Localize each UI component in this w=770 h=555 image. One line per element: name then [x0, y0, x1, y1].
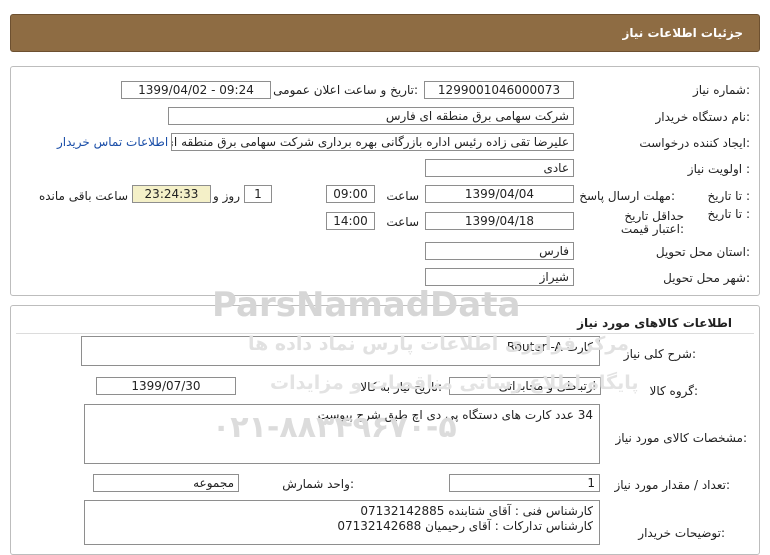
- priority-label: اولویت نیاز :: [687, 162, 750, 176]
- buyer-notes-field: کارشناس فنی : آقای شتابنده 07132142885 ک…: [84, 500, 600, 545]
- watermark-line-3: پایگاه اطلاع رسانی مناقصات و مزایدات: [270, 372, 639, 394]
- goods-spec-label: مشخصات کالای مورد نیاز:: [615, 431, 747, 445]
- buyer-notes-line-1: کارشناس فنی : آقای شتابنده 07132142885: [360, 504, 593, 518]
- delivery-city-label: شهر محل تحویل:: [663, 271, 750, 285]
- need-number-label: شماره نیاز:: [692, 83, 750, 97]
- price-validity-label: حداقل تاریخ اعتبار قیمت:: [620, 209, 684, 236]
- remaining-time-label: ساعت باقی مانده: [38, 189, 128, 203]
- request-creator-label: ایجاد کننده درخواست:: [639, 136, 750, 150]
- delivery-province-label: استان محل تحویل:: [655, 245, 750, 259]
- validity-date-field: 1399/04/18: [425, 212, 574, 230]
- send-to-date-label: تا تاریخ :: [707, 189, 750, 203]
- page-header: جزئیات اطلاعات نیاز: [10, 14, 760, 52]
- delivery-province-field: فارس: [425, 242, 574, 260]
- goods-group-label: گروه کالا:: [649, 384, 699, 398]
- priority-field: عادی: [425, 159, 574, 177]
- buyer-org-label: نام دستگاه خریدار:: [655, 110, 751, 124]
- buyer-notes-line-2: کارشناس تدارکات : آقای رحیمیان 071321426…: [337, 519, 593, 533]
- page-title: جزئیات اطلاعات نیاز: [622, 26, 743, 40]
- delivery-city-field: شیراز: [425, 268, 574, 286]
- quantity-field: 1: [449, 474, 600, 492]
- quantity-label: تعداد / مقدار مورد نیاز:: [614, 478, 730, 492]
- announce-datetime-label: تاریخ و ساعت اعلان عمومی:: [273, 83, 418, 97]
- need-date-field: 1399/07/30: [96, 377, 236, 395]
- need-number-field: 1299001046000073: [424, 81, 574, 99]
- watermark-brand: ParsNamadData: [212, 285, 521, 325]
- validity-time-field: 14:00: [326, 212, 375, 230]
- send-deadline-label: مهلت ارسال پاسخ:: [579, 189, 675, 203]
- remaining-time-field: 23:24:33: [132, 185, 211, 203]
- buyer-contact-link[interactable]: اطلاعات تماس خریدار: [57, 135, 168, 149]
- need-info-panel: [10, 66, 760, 296]
- validity-time-label: ساعت: [386, 215, 419, 229]
- unit-label: واحد شمارش:: [282, 477, 354, 491]
- watermark-phone: ۰۲۱-۸۸۳۴۹۶۷۰-۵: [212, 410, 457, 445]
- general-description-label: شرح کلی نیاز:: [623, 347, 696, 361]
- request-creator-field: علیرضا تقی زاده رئیس اداره بازرگانی بهره…: [171, 133, 574, 151]
- days-label: روز و: [213, 189, 240, 203]
- remaining-days-field: 1: [244, 185, 272, 203]
- buyer-org-field: شرکت سهامی برق منطقه ای فارس: [168, 107, 574, 125]
- announce-datetime-field: 1399/04/02 - 09:24: [121, 81, 271, 99]
- send-time-field: 09:00: [326, 185, 375, 203]
- send-date-field: 1399/04/04: [425, 185, 574, 203]
- buyer-notes-label: توضیحات خریدار:: [638, 526, 725, 540]
- goods-section-title: اطلاعات کالاهای مورد نیاز: [577, 316, 732, 330]
- send-time-label: ساعت: [386, 189, 419, 203]
- validity-to-date-label: تا تاریخ :: [707, 207, 750, 221]
- watermark-line-2: مرکز فراوری اطلاعات پارس نماد داده ها: [248, 333, 629, 355]
- unit-field: مجموعه: [93, 474, 239, 492]
